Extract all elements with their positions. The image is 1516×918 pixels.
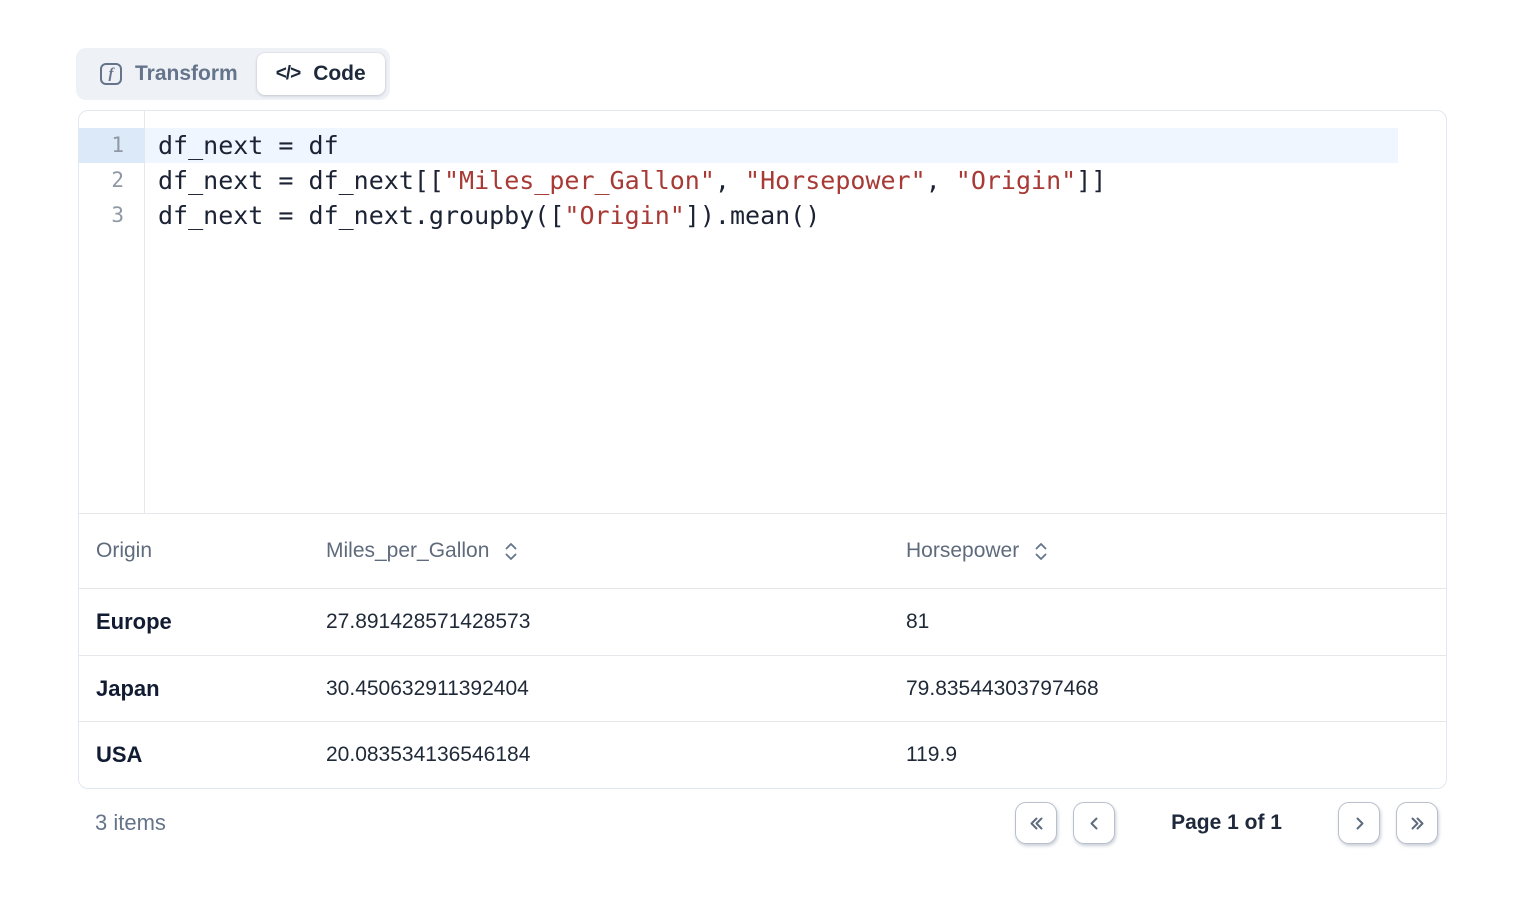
column-header-origin: Origin [79,539,326,563]
column-label: Horsepower [906,539,1019,563]
code-line[interactable]: df_next = df_next[["Miles_per_Gallon", "… [145,163,1446,198]
table-cell: 20.083534136546184 [326,743,906,767]
chevrons-right-icon [1407,813,1428,834]
view-mode-tabbar: f Transform </> Code [76,48,390,100]
line-number: 2 [79,163,144,198]
table-footer: 3 items Page 1 of 1 [78,802,1447,844]
chevrons-left-icon [1026,813,1047,834]
prev-page-button[interactable] [1073,802,1115,844]
table-cell: 27.891428571428573 [326,610,906,634]
sort-icon [503,540,519,563]
column-header-horsepower[interactable]: Horsepower [906,539,1446,563]
table-cell: 81 [906,610,1446,634]
last-page-button[interactable] [1396,802,1438,844]
next-page-button[interactable] [1338,802,1380,844]
code-line[interactable]: df_next = df_next.groupby(["Origin"]).me… [145,198,1446,233]
tab-code-label: Code [313,62,366,86]
tab-transform-label: Transform [135,62,238,86]
line-number: 1 [79,128,144,163]
code-line[interactable]: df_next = df [145,128,1398,163]
chevron-left-icon [1084,813,1105,834]
table-cell: Japan [79,676,326,702]
table-header: Origin Miles_per_Gallon Horsepower [79,513,1446,588]
items-count: 3 items [78,810,166,836]
line-number: 3 [79,198,144,233]
pagination: Page 1 of 1 [1015,802,1447,844]
table-cell: USA [79,742,326,768]
table-body: Europe27.89142857142857381Japan30.450632… [79,588,1446,788]
table-cell: 30.450632911392404 [326,677,906,701]
code-icon: </> [276,63,300,85]
code-editor[interactable]: 123 df_next = dfdf_next = df_next[["Mile… [79,111,1446,513]
column-label: Miles_per_Gallon [326,539,489,563]
tab-code[interactable]: </> Code [257,53,385,95]
table-row: USA20.083534136546184119.9 [79,721,1446,788]
table-cell: 79.83544303797468 [906,677,1446,701]
table-row: Japan30.45063291139240479.83544303797468 [79,655,1446,722]
sort-icon [1033,540,1049,563]
page-status: Page 1 of 1 [1171,811,1282,835]
editor-content[interactable]: df_next = dfdf_next = df_next[["Miles_pe… [145,111,1446,513]
column-header-miles_per_gallon[interactable]: Miles_per_Gallon [326,539,906,563]
tab-transform[interactable]: f Transform [81,53,257,95]
table-row: Europe27.89142857142857381 [79,588,1446,655]
editor-gutter: 123 [79,111,145,513]
function-icon: f [100,63,122,85]
table-cell: 119.9 [906,743,1446,767]
first-page-button[interactable] [1015,802,1057,844]
code-and-results-panel: 123 df_next = dfdf_next = df_next[["Mile… [78,110,1447,789]
chevron-right-icon [1349,813,1370,834]
table-cell: Europe [79,609,326,635]
column-label: Origin [96,539,152,563]
